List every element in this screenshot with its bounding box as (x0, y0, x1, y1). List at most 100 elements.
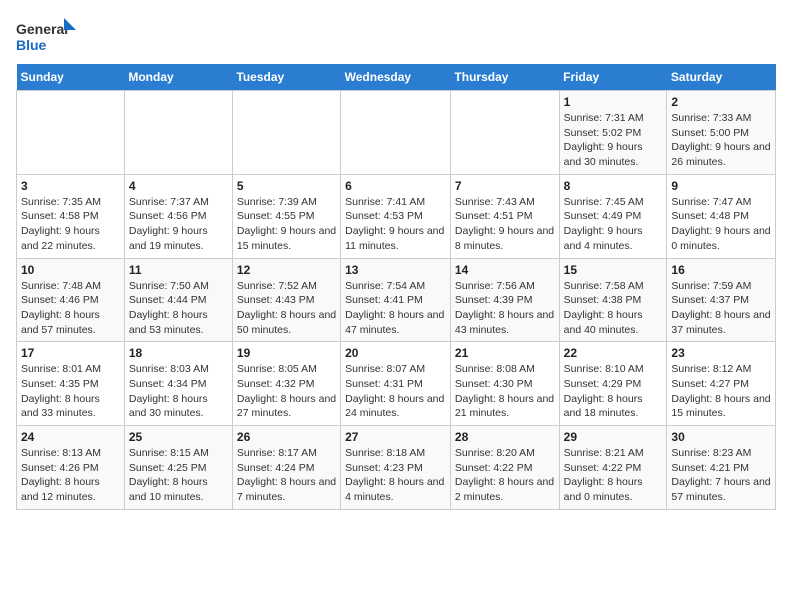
day-number: 20 (345, 346, 446, 360)
day-cell (341, 91, 451, 175)
column-header-sunday: Sunday (17, 64, 125, 91)
day-info: Sunrise: 7:37 AM Sunset: 4:56 PM Dayligh… (129, 195, 228, 254)
svg-text:Blue: Blue (16, 37, 47, 53)
day-cell: 21Sunrise: 8:08 AM Sunset: 4:30 PM Dayli… (450, 342, 559, 426)
day-cell: 24Sunrise: 8:13 AM Sunset: 4:26 PM Dayli… (17, 426, 125, 510)
day-cell: 17 Sunrise: 8:01 AM Sunset: 4:35 PM Dayli… (17, 342, 125, 426)
day-info: Sunrise: 7:52 AM Sunset: 4:43 PM Dayligh… (237, 279, 336, 338)
day-number: 25 (129, 430, 228, 444)
day-info: Sunrise: 7:59 AM Sunset: 4:37 PM Dayligh… (671, 279, 771, 338)
day-info: Sunrise: 8:05 AM Sunset: 4:32 PM Dayligh… (237, 362, 336, 421)
day-cell: 30 Sunrise: 8:23 AM Sunset: 4:21 PM Dayli… (667, 426, 776, 510)
day-info: Sunrise: 8:01 AM Sunset: 4:35 PM Dayligh… (21, 362, 120, 421)
calendar-table: SundayMondayTuesdayWednesdayThursdayFrid… (16, 64, 776, 510)
day-cell: 6 Sunrise: 7:41 AM Sunset: 4:53 PM Daylig… (341, 174, 451, 258)
day-cell: 4 Sunrise: 7:37 AM Sunset: 4:56 PM Daylig… (124, 174, 232, 258)
day-cell: 1 Sunrise: 7:31 AM Sunset: 5:02 PM Daylig… (559, 91, 667, 175)
day-info: Sunrise: 8:17 AM Sunset: 4:24 PM Dayligh… (237, 446, 336, 505)
week-row-1: 1 Sunrise: 7:31 AM Sunset: 5:02 PM Daylig… (17, 91, 776, 175)
header-row: SundayMondayTuesdayWednesdayThursdayFrid… (17, 64, 776, 91)
day-cell: 5 Sunrise: 7:39 AM Sunset: 4:55 PM Daylig… (232, 174, 340, 258)
day-number: 19 (237, 346, 336, 360)
day-info: Sunrise: 8:15 AM Sunset: 4:25 PM Dayligh… (129, 446, 228, 505)
day-cell: 19 Sunrise: 8:05 AM Sunset: 4:32 PM Dayli… (232, 342, 340, 426)
day-number: 26 (237, 430, 336, 444)
day-cell: 29 Sunrise: 8:21 AM Sunset: 4:22 PM Dayli… (559, 426, 667, 510)
day-info: Sunrise: 7:56 AM Sunset: 4:39 PM Dayligh… (455, 279, 555, 338)
column-header-thursday: Thursday (450, 64, 559, 91)
day-number: 11 (129, 263, 228, 277)
day-info: Sunrise: 8:21 AM Sunset: 4:22 PM Dayligh… (564, 446, 663, 505)
day-number: 29 (564, 430, 663, 444)
day-cell: 13Sunrise: 7:54 AM Sunset: 4:41 PM Dayli… (341, 258, 451, 342)
day-info: Sunrise: 7:41 AM Sunset: 4:53 PM Dayligh… (345, 195, 446, 254)
day-info: Sunrise: 8:20 AM Sunset: 4:22 PM Dayligh… (455, 446, 555, 505)
day-cell: 9 Sunrise: 7:47 AM Sunset: 4:48 PM Daylig… (667, 174, 776, 258)
day-cell: 11 Sunrise: 7:50 AM Sunset: 4:44 PM Dayli… (124, 258, 232, 342)
day-number: 13 (345, 263, 446, 277)
day-number: 15 (564, 263, 663, 277)
header: GeneralBlue (16, 16, 776, 56)
column-header-tuesday: Tuesday (232, 64, 340, 91)
svg-text:General: General (16, 21, 68, 37)
day-cell (232, 91, 340, 175)
day-cell: 28 Sunrise: 8:20 AM Sunset: 4:22 PM Dayli… (450, 426, 559, 510)
week-row-3: 10 Sunrise: 7:48 AM Sunset: 4:46 PM Dayli… (17, 258, 776, 342)
day-cell: 18 Sunrise: 8:03 AM Sunset: 4:34 PM Dayli… (124, 342, 232, 426)
day-info: Sunrise: 7:33 AM Sunset: 5:00 PM Dayligh… (671, 111, 771, 170)
day-info: Sunrise: 8:23 AM Sunset: 4:21 PM Dayligh… (671, 446, 771, 505)
day-info: Sunrise: 7:48 AM Sunset: 4:46 PM Dayligh… (21, 279, 120, 338)
day-cell: 8Sunrise: 7:45 AM Sunset: 4:49 PM Daylig… (559, 174, 667, 258)
logo-svg: GeneralBlue (16, 16, 76, 56)
column-header-monday: Monday (124, 64, 232, 91)
day-number: 14 (455, 263, 555, 277)
day-number: 16 (671, 263, 771, 277)
column-header-wednesday: Wednesday (341, 64, 451, 91)
day-info: Sunrise: 7:35 AM Sunset: 4:58 PM Dayligh… (21, 195, 120, 254)
day-number: 12 (237, 263, 336, 277)
day-cell: 16 Sunrise: 7:59 AM Sunset: 4:37 PM Dayli… (667, 258, 776, 342)
day-info: Sunrise: 7:47 AM Sunset: 4:48 PM Dayligh… (671, 195, 771, 254)
day-cell: 14 Sunrise: 7:56 AM Sunset: 4:39 PM Dayli… (450, 258, 559, 342)
day-info: Sunrise: 8:08 AM Sunset: 4:30 PM Dayligh… (455, 362, 555, 421)
day-info: Sunrise: 8:18 AM Sunset: 4:23 PM Dayligh… (345, 446, 446, 505)
day-cell: 22 Sunrise: 8:10 AM Sunset: 4:29 PM Dayli… (559, 342, 667, 426)
day-info: Sunrise: 7:39 AM Sunset: 4:55 PM Dayligh… (237, 195, 336, 254)
column-header-saturday: Saturday (667, 64, 776, 91)
day-info: Sunrise: 8:10 AM Sunset: 4:29 PM Dayligh… (564, 362, 663, 421)
day-info: Sunrise: 7:45 AM Sunset: 4:49 PM Dayligh… (564, 195, 663, 254)
day-number: 9 (671, 179, 771, 193)
day-info: Sunrise: 7:31 AM Sunset: 5:02 PM Dayligh… (564, 111, 663, 170)
day-number: 4 (129, 179, 228, 193)
day-cell: 2 Sunrise: 7:33 AM Sunset: 5:00 PM Daylig… (667, 91, 776, 175)
day-cell: 27 Sunrise: 8:18 AM Sunset: 4:23 PM Dayli… (341, 426, 451, 510)
day-number: 3 (21, 179, 120, 193)
day-number: 10 (21, 263, 120, 277)
day-number: 6 (345, 179, 446, 193)
week-row-2: 3 Sunrise: 7:35 AM Sunset: 4:58 PM Daylig… (17, 174, 776, 258)
day-cell: 20Sunrise: 8:07 AM Sunset: 4:31 PM Dayli… (341, 342, 451, 426)
day-cell (17, 91, 125, 175)
week-row-5: 24Sunrise: 8:13 AM Sunset: 4:26 PM Dayli… (17, 426, 776, 510)
day-number: 7 (455, 179, 555, 193)
day-number: 30 (671, 430, 771, 444)
day-cell: 10 Sunrise: 7:48 AM Sunset: 4:46 PM Dayli… (17, 258, 125, 342)
day-number: 27 (345, 430, 446, 444)
day-cell: 26 Sunrise: 8:17 AM Sunset: 4:24 PM Dayli… (232, 426, 340, 510)
day-cell: 7Sunrise: 7:43 AM Sunset: 4:51 PM Daylig… (450, 174, 559, 258)
day-cell (450, 91, 559, 175)
day-number: 22 (564, 346, 663, 360)
day-info: Sunrise: 7:50 AM Sunset: 4:44 PM Dayligh… (129, 279, 228, 338)
day-number: 24 (21, 430, 120, 444)
day-number: 5 (237, 179, 336, 193)
week-row-4: 17 Sunrise: 8:01 AM Sunset: 4:35 PM Dayli… (17, 342, 776, 426)
day-number: 28 (455, 430, 555, 444)
day-number: 17 (21, 346, 120, 360)
column-header-friday: Friday (559, 64, 667, 91)
day-info: Sunrise: 8:03 AM Sunset: 4:34 PM Dayligh… (129, 362, 228, 421)
day-number: 2 (671, 95, 771, 109)
day-info: Sunrise: 7:58 AM Sunset: 4:38 PM Dayligh… (564, 279, 663, 338)
day-number: 1 (564, 95, 663, 109)
day-cell (124, 91, 232, 175)
day-number: 18 (129, 346, 228, 360)
